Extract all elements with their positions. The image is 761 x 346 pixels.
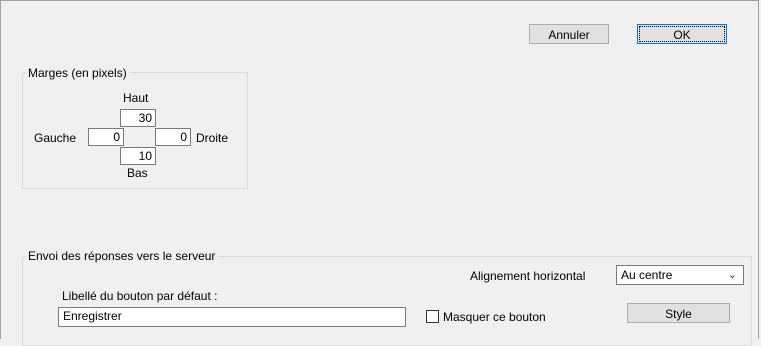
align-select-value: Au centre xyxy=(621,268,673,282)
align-label: Alignement horizontal xyxy=(470,269,586,283)
margin-left-field[interactable]: 0 xyxy=(88,128,124,146)
margin-top-field[interactable]: 30 xyxy=(120,109,156,127)
button-label-input[interactable]: Enregistrer xyxy=(58,307,406,327)
chevron-down-icon: ⌄ xyxy=(727,269,737,281)
margin-bottom-field[interactable]: 10 xyxy=(120,147,156,165)
ok-button-label: OK xyxy=(639,26,725,42)
hide-button-label: Masquer ce bouton xyxy=(443,310,546,324)
margin-top-label: Haut xyxy=(123,91,149,105)
margin-right-field[interactable]: 0 xyxy=(155,128,191,146)
margin-bottom-label: Bas xyxy=(127,166,148,180)
align-select[interactable]: Au centre ⌄ xyxy=(616,265,744,285)
hide-button-checkbox[interactable] xyxy=(426,310,439,323)
margin-right-label: Droite xyxy=(196,131,229,145)
margin-left-label: Gauche xyxy=(34,131,77,145)
cancel-button[interactable]: Annuler xyxy=(529,24,609,44)
margins-group-title: Marges (en pixels) xyxy=(26,66,129,80)
submit-group-title: Envoi des réponses vers le serveur xyxy=(26,249,218,263)
ok-button[interactable]: OK xyxy=(637,24,727,44)
style-button[interactable]: Style xyxy=(627,303,730,323)
button-label-caption: Libellé du bouton par défaut : xyxy=(62,289,218,303)
